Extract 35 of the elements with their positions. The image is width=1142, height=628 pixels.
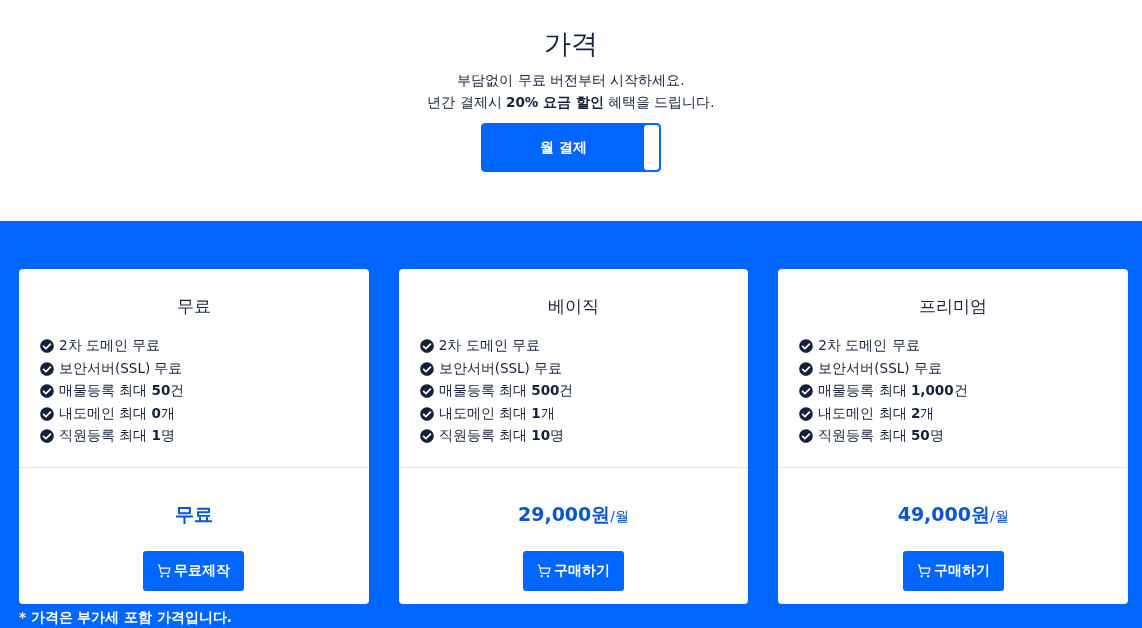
feature-text: 2차 도메인 무료 [818,337,920,356]
plan-price: 무료 [174,502,213,527]
feature-text: 보안서버(SSL) 무료 [818,359,942,378]
feature-text: 내도메인 최대 2개 [818,404,935,423]
purchase-button[interactable]: 구매하기 [902,551,1004,591]
purchase-button[interactable]: 구매하기 [523,551,624,591]
plan-name: 프리미엄 [918,295,989,318]
feature-text: 보안서버(SSL) 무료 [438,359,563,378]
price-unit: /월 [990,508,1009,526]
plan-price: 49,000원 [897,502,990,527]
plan-name: 베이직 [547,295,600,318]
price-unit: /월 [610,508,630,526]
feature-text: 2차 도메인 무료 [438,337,540,356]
plan-name: 무료 [175,295,212,318]
feature-text: 직원등록 최대 50명 [818,427,944,446]
feature-text: 매물등록 최대 50건 [59,382,185,401]
billing-toggle[interactable]: 월 결제 [481,123,661,172]
plan-price: 29,000원 [518,502,611,527]
feature-text: 매물등록 최대 1,000건 [818,382,968,401]
feature-text: 직원등록 최대 1명 [59,427,175,446]
vat-footnote: * 가격은 부가세 포함 가격입니다. [19,608,233,627]
cart-icon [537,564,551,578]
purchase-button[interactable]: 무료제작 [143,551,245,591]
cart-icon [157,564,172,578]
feature-text: 내도메인 최대 1개 [438,404,555,423]
subtitle-text: 년간 결제시 20% 요금 할인 혜택을 드립니다. [427,93,715,112]
feature-text: 직원등록 최대 10명 [438,427,565,446]
feature-text: 매물등록 최대 500건 [438,382,574,401]
subtitle-text: 부담없이 무료 버전부터 시작하세요. [457,71,685,90]
cart-icon [916,564,931,578]
page-title: 가격 [544,27,598,61]
feature-text: 2차 도메인 무료 [59,337,161,356]
feature-text: 보안서버(SSL) 무료 [59,359,183,378]
feature-text: 내도메인 최대 0개 [59,404,175,423]
toggle-knob[interactable] [644,125,659,170]
